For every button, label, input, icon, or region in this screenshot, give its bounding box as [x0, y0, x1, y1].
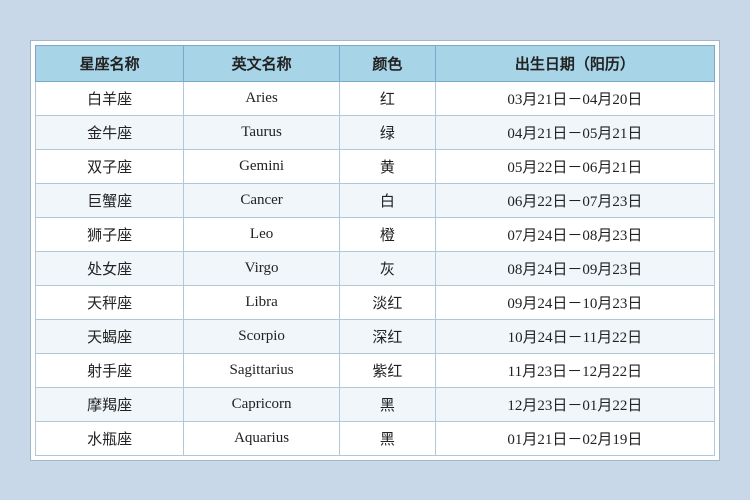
table-cell-5-3: 08月24日－09月23日 [435, 251, 714, 285]
table-cell-0-2: 红 [339, 81, 435, 115]
table-cell-7-0: 天蝎座 [36, 319, 184, 353]
col-header-color: 颜色 [339, 45, 435, 81]
table-row: 狮子座Leo橙07月24日－08月23日 [36, 217, 715, 251]
table-cell-8-2: 紫红 [339, 353, 435, 387]
table-row: 水瓶座Aquarius黑01月21日－02月19日 [36, 421, 715, 455]
table-cell-2-0: 双子座 [36, 149, 184, 183]
zodiac-table: 星座名称 英文名称 颜色 出生日期（阳历） 白羊座Aries红03月21日－04… [35, 45, 715, 456]
table-cell-6-3: 09月24日－10月23日 [435, 285, 714, 319]
col-header-english-name: 英文名称 [184, 45, 340, 81]
table-cell-3-0: 巨蟹座 [36, 183, 184, 217]
table-cell-8-1: Sagittarius [184, 353, 340, 387]
table-row: 射手座Sagittarius紫红11月23日－12月22日 [36, 353, 715, 387]
table-cell-0-0: 白羊座 [36, 81, 184, 115]
table-cell-6-0: 天秤座 [36, 285, 184, 319]
table-cell-10-1: Aquarius [184, 421, 340, 455]
table-cell-1-0: 金牛座 [36, 115, 184, 149]
table-row: 摩羯座Capricorn黑12月23日－01月22日 [36, 387, 715, 421]
table-cell-5-0: 处女座 [36, 251, 184, 285]
table-cell-4-0: 狮子座 [36, 217, 184, 251]
table-cell-9-0: 摩羯座 [36, 387, 184, 421]
table-cell-6-2: 淡红 [339, 285, 435, 319]
table-row: 巨蟹座Cancer白06月22日－07月23日 [36, 183, 715, 217]
table-cell-2-2: 黄 [339, 149, 435, 183]
table-cell-2-1: Gemini [184, 149, 340, 183]
col-header-chinese-name: 星座名称 [36, 45, 184, 81]
table-row: 白羊座Aries红03月21日－04月20日 [36, 81, 715, 115]
table-cell-1-3: 04月21日－05月21日 [435, 115, 714, 149]
table-row: 双子座Gemini黄05月22日－06月21日 [36, 149, 715, 183]
table-cell-3-1: Cancer [184, 183, 340, 217]
table-cell-10-3: 01月21日－02月19日 [435, 421, 714, 455]
table-cell-6-1: Libra [184, 285, 340, 319]
table-row: 天秤座Libra淡红09月24日－10月23日 [36, 285, 715, 319]
col-header-birthdate: 出生日期（阳历） [435, 45, 714, 81]
table-cell-8-0: 射手座 [36, 353, 184, 387]
table-cell-4-3: 07月24日－08月23日 [435, 217, 714, 251]
table-header-row: 星座名称 英文名称 颜色 出生日期（阳历） [36, 45, 715, 81]
table-cell-10-0: 水瓶座 [36, 421, 184, 455]
table-cell-9-1: Capricorn [184, 387, 340, 421]
table-row: 处女座Virgo灰08月24日－09月23日 [36, 251, 715, 285]
table-cell-7-1: Scorpio [184, 319, 340, 353]
zodiac-table-wrapper: 星座名称 英文名称 颜色 出生日期（阳历） 白羊座Aries红03月21日－04… [30, 40, 720, 461]
table-cell-1-2: 绿 [339, 115, 435, 149]
table-cell-9-3: 12月23日－01月22日 [435, 387, 714, 421]
table-cell-1-1: Taurus [184, 115, 340, 149]
table-row: 金牛座Taurus绿04月21日－05月21日 [36, 115, 715, 149]
table-cell-3-2: 白 [339, 183, 435, 217]
table-cell-0-1: Aries [184, 81, 340, 115]
table-cell-7-3: 10月24日－11月22日 [435, 319, 714, 353]
table-cell-9-2: 黑 [339, 387, 435, 421]
table-cell-3-3: 06月22日－07月23日 [435, 183, 714, 217]
table-cell-2-3: 05月22日－06月21日 [435, 149, 714, 183]
table-cell-5-1: Virgo [184, 251, 340, 285]
table-cell-10-2: 黑 [339, 421, 435, 455]
table-cell-4-2: 橙 [339, 217, 435, 251]
table-row: 天蝎座Scorpio深红10月24日－11月22日 [36, 319, 715, 353]
table-cell-8-3: 11月23日－12月22日 [435, 353, 714, 387]
table-cell-0-3: 03月21日－04月20日 [435, 81, 714, 115]
table-cell-4-1: Leo [184, 217, 340, 251]
table-cell-5-2: 灰 [339, 251, 435, 285]
table-cell-7-2: 深红 [339, 319, 435, 353]
